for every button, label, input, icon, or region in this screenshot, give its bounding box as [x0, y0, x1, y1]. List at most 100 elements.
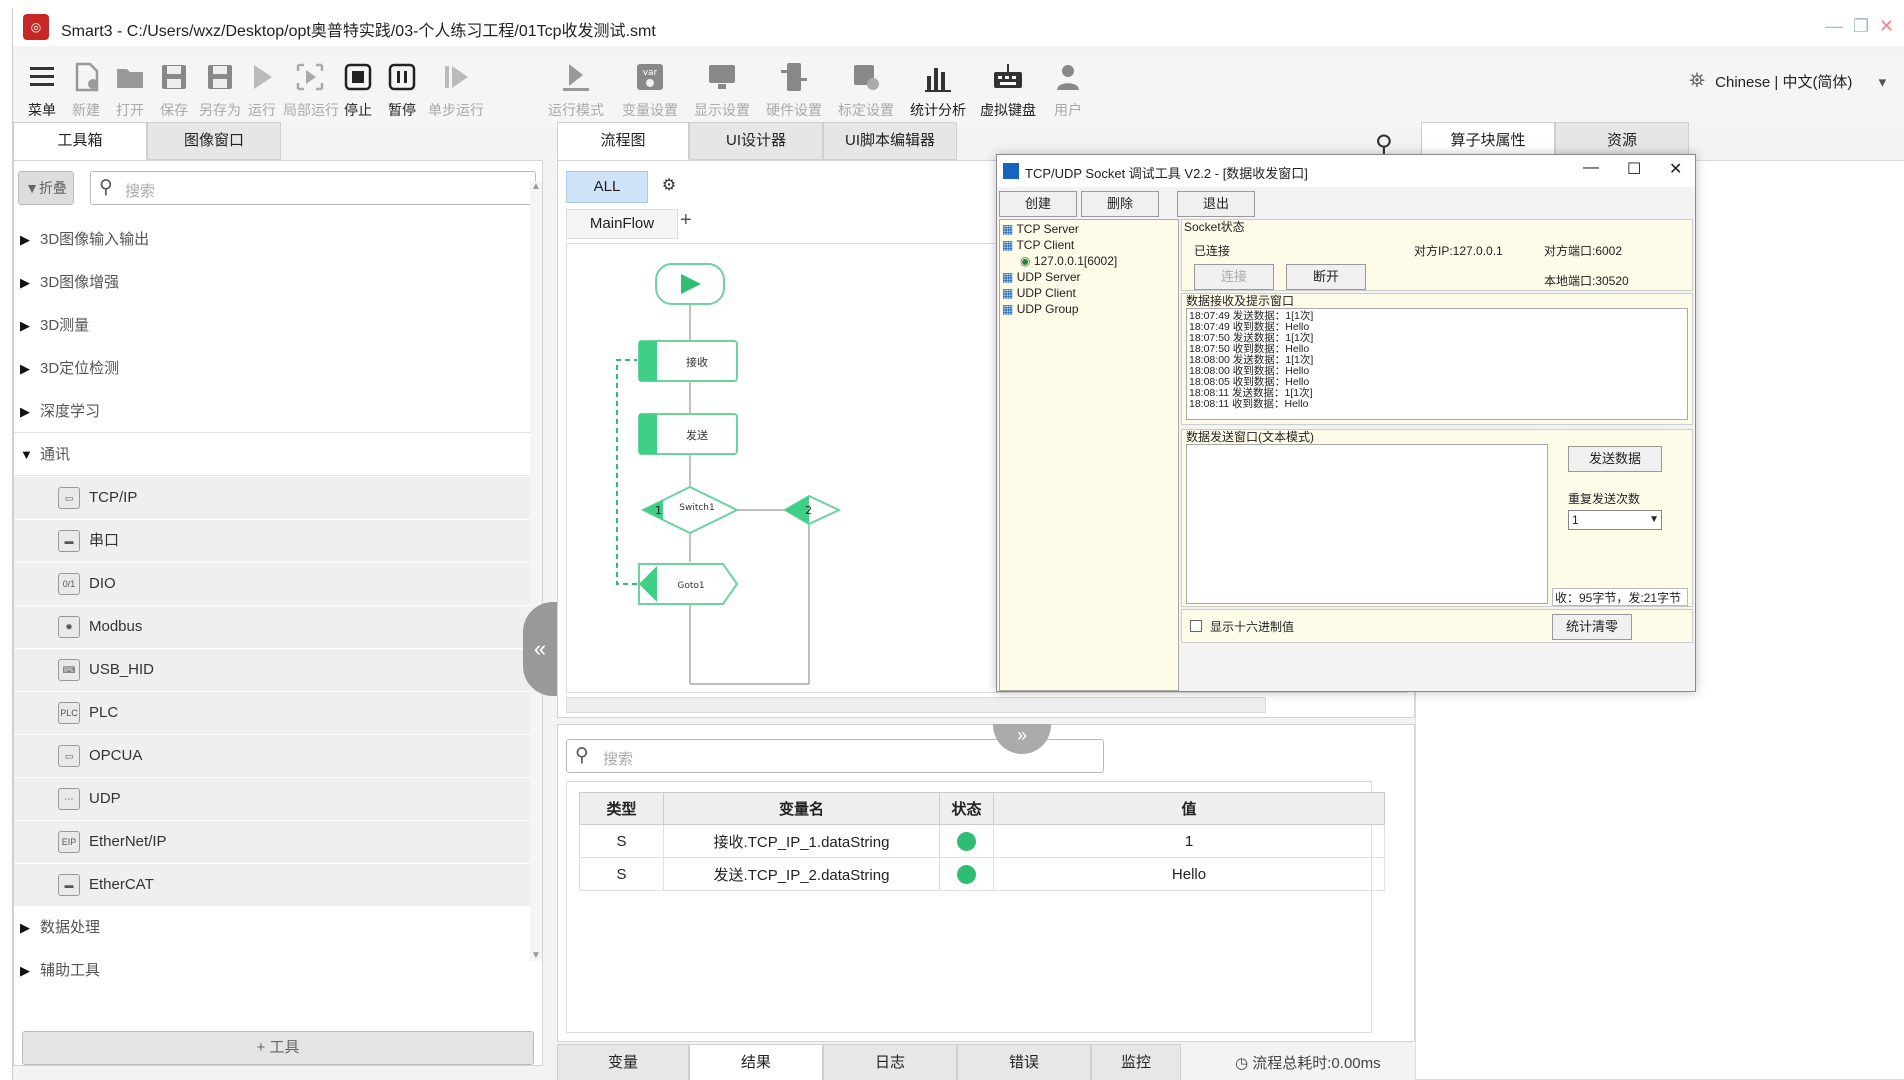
tab-ui-designer[interactable]: UI设计器: [689, 122, 823, 160]
disconnect-button[interactable]: 断开: [1286, 264, 1366, 290]
tool-udp[interactable]: ⋯ UDP: [14, 778, 530, 820]
translate-icon: ⛯: [1689, 70, 1705, 92]
category-3d-locate[interactable]: ▶ 3D定位检测: [14, 348, 530, 390]
category-aux-tools[interactable]: ▶ 辅助工具: [14, 950, 530, 992]
receive-log[interactable]: 18:07:49 发送数据：1[1次] 18:07:49 收到数据：Hello …: [1186, 308, 1688, 420]
repeat-count-select[interactable]: 1 ▼: [1568, 510, 1662, 530]
network-icon: ▭: [58, 487, 80, 509]
dialog-maximize-icon[interactable]: ☐: [1627, 159, 1641, 179]
hardware-settings-button[interactable]: 硬件设置: [763, 60, 825, 120]
virtual-keyboard-button[interactable]: 虚拟键盘: [977, 60, 1039, 120]
collapse-panel-icon[interactable]: «: [523, 602, 557, 696]
category-data-processing[interactable]: ▶ 数据处理: [14, 907, 530, 949]
app-logo-icon: ◎: [23, 14, 49, 40]
run-button[interactable]: 运行: [235, 60, 289, 120]
send-node-label: 发送: [686, 428, 708, 442]
tool-modbus[interactable]: ✹ Modbus: [14, 606, 530, 648]
local-port: 本地端口:30520: [1544, 274, 1629, 288]
tree-udp-client[interactable]: ▦ UDP Client: [1002, 286, 1076, 300]
tool-plc[interactable]: PLC PLC: [14, 692, 530, 734]
display-settings-button[interactable]: 显示设置: [691, 60, 753, 120]
category-3d-enhance[interactable]: ▶ 3D图像增强: [14, 262, 530, 304]
maximize-icon[interactable]: ❐: [1853, 16, 1869, 37]
toolbox-search-input[interactable]: ⚲ 搜索: [90, 171, 536, 205]
scroll-down-icon[interactable]: ▼: [531, 950, 541, 961]
tool-ethernet-ip[interactable]: EIP EtherNet/IP: [14, 821, 530, 863]
udp-icon: ⋯: [58, 788, 80, 810]
scroll-up-icon[interactable]: ▲: [531, 181, 541, 192]
col-name[interactable]: 变量名: [663, 792, 940, 825]
title-bar: ◎ Smart3 - C:/Users/wxz/Desktop/opt奥普特实践…: [13, 8, 1904, 46]
tree-tcp-client[interactable]: ▦ TCP Client: [1002, 238, 1074, 252]
tab-log[interactable]: 日志: [823, 1044, 957, 1080]
close-icon[interactable]: ✕: [1879, 16, 1894, 37]
tab-ui-script-editor[interactable]: UI脚本编辑器: [823, 122, 957, 160]
triangle-right-icon: ▶: [20, 275, 30, 290]
tab-results[interactable]: 结果: [689, 1044, 823, 1080]
tab-toolbox[interactable]: 工具箱: [13, 122, 147, 160]
gear-icon[interactable]: ⚙: [656, 171, 682, 201]
tool-serial[interactable]: ▬ 串口: [14, 520, 530, 562]
send-textarea[interactable]: [1186, 444, 1548, 604]
tool-usb-hid[interactable]: ⌨ USB_HID: [14, 649, 530, 691]
create-button[interactable]: 创建: [999, 191, 1077, 217]
table-row[interactable]: S 接收.TCP_IP_1.dataString 1: [579, 824, 1385, 858]
opcua-icon: ▭: [58, 745, 80, 767]
collapse-button[interactable]: ▼折叠: [18, 171, 74, 205]
variable-settings-button[interactable]: var 变量设置: [619, 60, 681, 120]
tree-udp-group[interactable]: ▦ UDP Group: [1002, 302, 1079, 316]
category-communication[interactable]: ▼ 通讯: [14, 434, 530, 476]
tab-image-window[interactable]: 图像窗口: [147, 122, 281, 160]
partial-run-button[interactable]: 局部运行: [283, 60, 339, 120]
peer-port: 对方端口:6002: [1544, 244, 1623, 258]
col-type[interactable]: 类型: [579, 792, 664, 825]
statistics-button[interactable]: 统计分析: [907, 60, 969, 120]
user-button[interactable]: 用户: [1041, 60, 1095, 120]
minimize-icon[interactable]: —: [1825, 16, 1843, 37]
step-run-button[interactable]: 单步运行: [425, 60, 487, 120]
category-3d-measure[interactable]: ▶ 3D测量: [14, 305, 530, 347]
toolbox-scrollbar[interactable]: ▲ ▼: [530, 181, 542, 961]
tool-opcua[interactable]: ▭ OPCUA: [14, 735, 530, 777]
switch-node-label: Switch1: [679, 503, 714, 513]
windows-icon: ▦: [1002, 302, 1014, 316]
clear-stats-button[interactable]: 统计清零: [1552, 614, 1632, 640]
tree-tcp-server[interactable]: ▦ TCP Server: [1002, 222, 1079, 236]
tab-variables[interactable]: 变量: [557, 1044, 689, 1080]
category-deep-learning[interactable]: ▶ 深度学习: [14, 391, 530, 433]
exit-button[interactable]: 退出: [1177, 191, 1255, 217]
user-icon: [1051, 60, 1085, 94]
tab-flowchart[interactable]: 流程图: [557, 122, 689, 160]
triangle-right-icon: ▶: [20, 361, 30, 376]
dialog-minimize-icon[interactable]: —: [1583, 159, 1599, 177]
triangle-right-icon: ▶: [20, 404, 30, 419]
tool-ethercat[interactable]: ▬ EtherCAT: [14, 864, 530, 906]
calibration-settings-button[interactable]: 标定设置: [835, 60, 897, 120]
usb-icon: ⌨: [58, 659, 80, 681]
hex-checkbox[interactable]: [1190, 620, 1202, 632]
col-value[interactable]: 值: [993, 792, 1385, 825]
language-selector[interactable]: ⛯ Chinese | 中文(简体) ▾: [1689, 70, 1886, 93]
tab-errors[interactable]: 错误: [957, 1044, 1091, 1080]
dialog-close-icon[interactable]: ✕: [1669, 159, 1682, 179]
send-data-button[interactable]: 发送数据: [1568, 446, 1662, 472]
pause-button[interactable]: 暂停: [375, 60, 429, 120]
flow-horizontal-scrollbar[interactable]: [566, 697, 1266, 713]
tree-client-connection[interactable]: ◉ 127.0.0.1[6002]: [1020, 254, 1117, 268]
table-row[interactable]: S 发送.TCP_IP_2.dataString Hello: [579, 857, 1385, 891]
tab-mainflow[interactable]: MainFlow: [566, 209, 678, 239]
partial-run-icon: [293, 60, 327, 94]
delete-button[interactable]: 删除: [1081, 191, 1159, 217]
add-tool-button[interactable]: + 工具: [22, 1031, 534, 1065]
run-mode-button[interactable]: 运行模式: [545, 60, 607, 120]
tool-tcpip[interactable]: ▭ TCP/IP: [14, 477, 530, 519]
tab-monitor[interactable]: 监控: [1091, 1044, 1181, 1080]
col-status[interactable]: 状态: [939, 792, 994, 825]
tree-udp-server[interactable]: ▦ UDP Server: [1002, 270, 1080, 284]
windows-icon: [1003, 163, 1019, 179]
category-3d-io[interactable]: ▶ 3D图像输入输出: [14, 219, 530, 261]
tool-dio[interactable]: 0/1 DIO: [14, 563, 530, 605]
filter-all-button[interactable]: ALL: [566, 171, 648, 203]
connect-button[interactable]: 连接: [1194, 264, 1274, 290]
add-flow-icon[interactable]: +: [680, 209, 692, 232]
